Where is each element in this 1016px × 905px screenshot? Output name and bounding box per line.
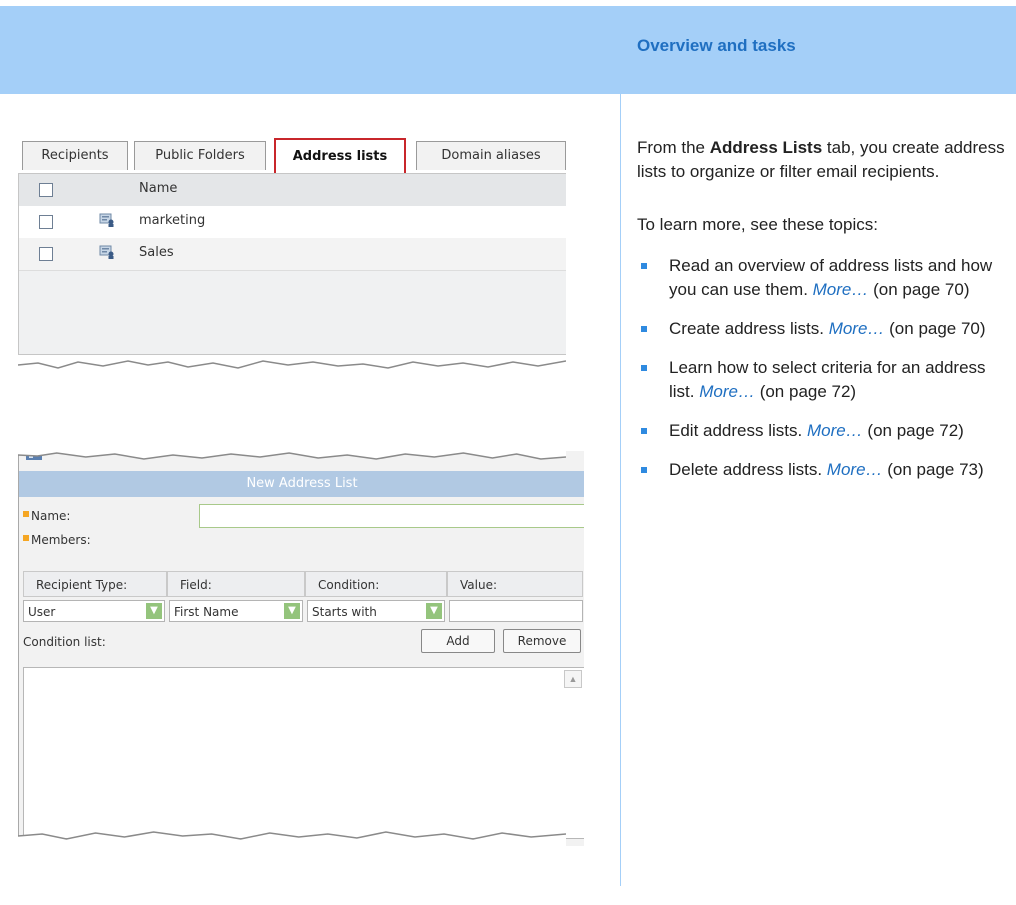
field-select[interactable]: First Name ▼ (169, 600, 303, 622)
topic-item: Edit address lists. More… (on page 72) (637, 419, 1007, 443)
condition-value: Starts with (312, 605, 377, 619)
table-header: Name (19, 174, 566, 207)
topic-item: Learn how to select criteria for an addr… (637, 356, 1007, 404)
table-row[interactable]: marketing (19, 206, 566, 239)
dialog-body: New Address List Name: Members: Recipien… (18, 451, 584, 846)
recipient-type-select[interactable]: User ▼ (23, 600, 165, 622)
topics-list: Read an overview of address lists and ho… (637, 248, 1007, 482)
torn-edge-top (18, 447, 566, 460)
topic-item: Delete address lists. More… (on page 73) (637, 458, 1007, 482)
dialog-title: New Address List (19, 471, 584, 497)
column-recipient-type: Recipient Type: (23, 571, 167, 597)
section-title: Overview and tasks (637, 36, 796, 55)
address-list-icon (99, 245, 114, 259)
bullet-icon (641, 263, 647, 269)
address-lists-screenshot: Recipients Public Folders Address lists … (18, 135, 566, 385)
members-label: Members: (23, 533, 91, 547)
topic-page: (on page 73) (882, 460, 984, 479)
remove-button[interactable]: Remove (503, 629, 581, 653)
topic-page: (on page 70) (884, 319, 986, 338)
row-checkbox[interactable] (39, 215, 53, 229)
tab-domain-aliases[interactable]: Domain aliases (416, 141, 566, 170)
more-link[interactable]: More… (827, 460, 883, 479)
condition-select[interactable]: Starts with ▼ (307, 600, 445, 622)
name-input[interactable] (199, 504, 584, 528)
more-link[interactable]: More… (699, 382, 755, 401)
intro-before: From the (637, 138, 710, 157)
more-link[interactable]: More… (813, 280, 869, 299)
topic-page: (on page 70) (868, 280, 970, 299)
learn-more-text: To learn more, see these topics: (637, 215, 878, 234)
more-link[interactable]: More… (807, 421, 863, 440)
required-marker-icon (23, 511, 29, 517)
condition-list-box[interactable]: ▲ (23, 667, 584, 839)
intro-strong: Address Lists (709, 138, 823, 157)
topic-text: Delete address lists. (669, 460, 827, 479)
row-checkbox[interactable] (39, 247, 53, 261)
address-list-icon (99, 213, 114, 227)
bullet-icon (641, 365, 647, 371)
topic-page: (on page 72) (862, 421, 964, 440)
value-input[interactable] (449, 600, 583, 622)
tab-recipients[interactable]: Recipients (22, 141, 128, 170)
table-row[interactable]: Sales (19, 238, 566, 271)
intro-paragraph: From the Address Lists tab, you create a… (637, 136, 1007, 184)
column-divider (620, 6, 621, 886)
bullet-icon (641, 428, 647, 434)
more-link[interactable]: More… (829, 319, 885, 338)
tab-public-folders[interactable]: Public Folders (134, 141, 266, 170)
name-label: Name: (23, 509, 70, 523)
bullet-icon (641, 326, 647, 332)
topic-item: Read an overview of address lists and ho… (637, 254, 1007, 302)
column-value: Value: (447, 571, 583, 597)
tab-bar: Recipients Public Folders Address lists … (18, 135, 566, 175)
new-address-list-screenshot: New Address List Name: Members: Recipien… (18, 447, 584, 852)
chevron-down-icon[interactable]: ▼ (426, 603, 442, 619)
column-name: Name (139, 181, 178, 196)
header-band (0, 6, 1016, 94)
row-name: marketing (139, 213, 206, 228)
row-name: Sales (139, 245, 174, 260)
topic-item: Create address lists. More… (on page 70) (637, 317, 1007, 341)
torn-edge (18, 360, 566, 385)
field-value: First Name (174, 605, 239, 619)
name-label-text: Name: (31, 509, 71, 523)
chevron-down-icon[interactable]: ▼ (284, 603, 300, 619)
chevron-down-icon[interactable]: ▼ (146, 603, 162, 619)
tab-address-lists[interactable]: Address lists (274, 138, 406, 175)
address-list-table: Name marketing Sales (18, 173, 566, 355)
torn-edge-bottom (18, 831, 566, 852)
topic-page: (on page 72) (754, 382, 857, 401)
topic-text: Edit address lists. (669, 421, 807, 440)
column-condition: Condition: (305, 571, 447, 597)
column-field: Field: (167, 571, 305, 597)
members-label-text: Members: (31, 533, 91, 547)
bullet-icon (641, 467, 647, 473)
add-button[interactable]: Add (421, 629, 495, 653)
required-marker-icon (23, 535, 29, 541)
topic-text: Create address lists. (669, 319, 829, 338)
recipient-type-value: User (28, 605, 56, 619)
scroll-up-icon[interactable]: ▲ (564, 670, 582, 688)
select-all-checkbox[interactable] (39, 183, 53, 197)
condition-list-label: Condition list: (23, 635, 106, 649)
